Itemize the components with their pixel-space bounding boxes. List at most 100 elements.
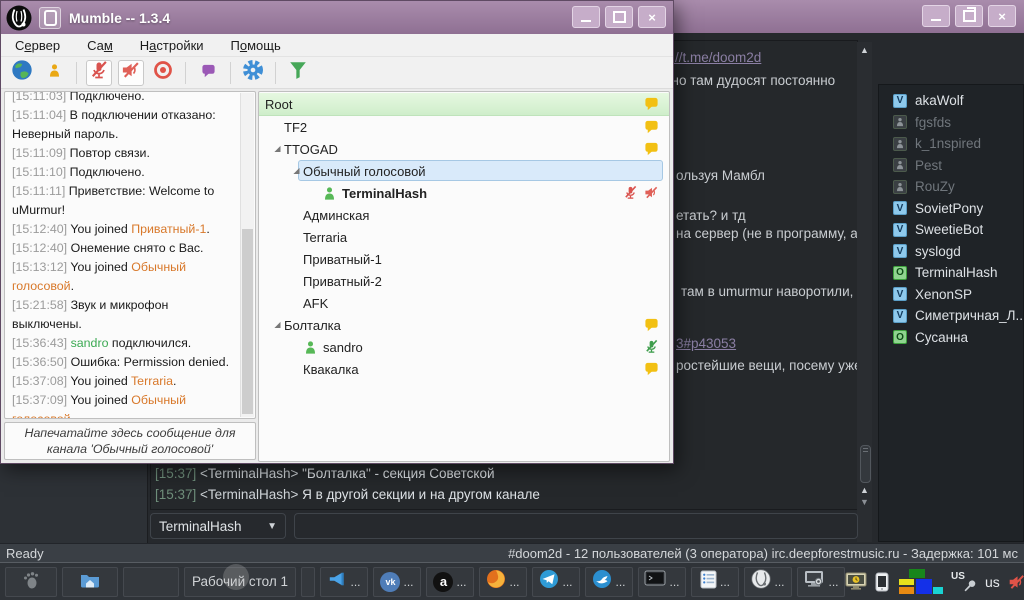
mute-speakers-button[interactable]: [118, 59, 144, 86]
taskbar-app-notes[interactable]: ...: [691, 566, 739, 597]
chat-scroll-thumb[interactable]: [242, 229, 253, 414]
away-icon: [893, 115, 907, 130]
taskbar-app-telegram[interactable]: ...: [532, 566, 580, 597]
channel-row-AFK[interactable]: AFK: [259, 292, 669, 314]
keyboard-layout-label[interactable]: us: [985, 574, 1000, 590]
channel-row-Root[interactable]: Root: [259, 93, 669, 116]
channel-row-TF2[interactable]: TF2: [259, 116, 669, 138]
volume-muted-icon[interactable]: [1008, 573, 1024, 591]
user-row-sandro[interactable]: sandro: [259, 336, 669, 358]
chat-segment: [15:37:09]: [12, 393, 68, 407]
empty-small-button[interactable]: [301, 566, 315, 597]
channel-row-Приватный-1[interactable]: Приватный-1: [259, 248, 669, 270]
mute-microphone-button[interactable]: [86, 59, 112, 86]
chat-segment: Terraria: [130, 374, 173, 388]
user-list-item-akaWolf[interactable]: VakaWolf: [879, 90, 1023, 112]
user-list-item-XenonSP[interactable]: V XenonSP: [879, 284, 1023, 306]
taskbar-app-label: ...: [350, 574, 361, 589]
menu-item-3[interactable]: Помощь: [231, 38, 281, 53]
connect-globe-button[interactable]: [9, 60, 35, 86]
voice-badge: V: [893, 93, 907, 108]
scroll-up-icon[interactable]: ▲: [859, 46, 870, 55]
irc-chat-scrollbar[interactable]: ▲ ▲ ▼: [857, 42, 872, 542]
user-row-TerminalHash[interactable]: TerminalHash: [259, 182, 669, 204]
phone-icon[interactable]: [875, 572, 889, 592]
irc-close-button[interactable]: ×: [988, 5, 1016, 27]
taskbar-app-terminal[interactable]: ...: [638, 566, 686, 597]
user-list-item-Pest[interactable]: Pest: [879, 155, 1023, 177]
window-menu-icon[interactable]: [39, 6, 61, 29]
tree-expand-icon[interactable]: ◢: [271, 138, 284, 160]
user-list-item-RouZy[interactable]: RouZy: [879, 176, 1023, 198]
menu-item-2[interactable]: Настройки: [140, 38, 204, 53]
close-button[interactable]: ×: [638, 6, 666, 28]
taskbar-app-screenshot[interactable]: ...: [797, 566, 845, 597]
channel-row-Приватный-2[interactable]: Приватный-2: [259, 270, 669, 292]
nickname-combobox[interactable]: TerminalHash ▼: [150, 513, 286, 539]
chat-segment: [15:37:08]: [12, 374, 68, 388]
menu-item-0[interactable]: Сервер: [15, 38, 60, 53]
channel-row-Болталка[interactable]: ◢ Болталка: [259, 314, 669, 336]
user-list-item-SweetieBot[interactable]: V SweetieBot: [879, 219, 1023, 241]
user-information-button[interactable]: [41, 60, 67, 86]
workspace-switcher[interactable]: Рабочий стол 1: [184, 563, 296, 597]
user-list-item-fgsfds[interactable]: fgsfds: [879, 112, 1023, 134]
channel-row-Terraria[interactable]: Terraria: [259, 226, 669, 248]
channel-tree[interactable]: Root TF2 ◢ TTOGAD ◢ Обычный голосовой Terminal…: [258, 91, 670, 462]
tree-expand-icon[interactable]: ◢: [290, 160, 303, 182]
irc-scroll-thumb[interactable]: [860, 445, 871, 483]
user-list-item-syslogd[interactable]: Vsyslogd: [879, 241, 1023, 263]
nickname-value: TerminalHash: [159, 518, 242, 534]
settings-gear-button[interactable]: [240, 59, 266, 86]
irc-minimize-button[interactable]: [922, 5, 950, 27]
taskbar-app-megaphone[interactable]: ...: [320, 566, 368, 597]
taskbar-app-mumble[interactable]: ...: [744, 566, 792, 597]
text-message-button[interactable]: [195, 60, 221, 86]
taskbar-app-a-circle[interactable]: a...: [426, 566, 474, 597]
message-timestamp: [15:37]: [155, 466, 201, 481]
empty-launcher-button[interactable]: [123, 566, 179, 597]
tree-label: Root: [265, 96, 293, 112]
minimize-button[interactable]: [572, 6, 600, 28]
irc-user-list[interactable]: VakaWolf fgsfds k_1nspired Pest RouZy V Soviet…: [878, 84, 1024, 542]
tree-expand-icon[interactable]: ◢: [271, 314, 284, 336]
taskbar-app-kvirc-bird[interactable]: ...: [585, 566, 633, 597]
channel-row-Админская[interactable]: Админская: [259, 204, 669, 226]
file-manager-button[interactable]: [62, 566, 118, 597]
channel-row-TTOGAD[interactable]: ◢ TTOGAD: [259, 138, 669, 160]
taskbar-app-label: ...: [509, 574, 520, 589]
chat-log-pane[interactable]: [15:11:03] Подключено. [15:11:04] В подкл…: [4, 91, 256, 419]
user-list-item-k_1nspired[interactable]: k_1nspired: [879, 133, 1023, 155]
scroll-down-icon[interactable]: ▼: [859, 498, 870, 507]
irc-message-input[interactable]: [294, 513, 858, 539]
channel-row-Квакалка[interactable]: Квакалка: [259, 358, 669, 380]
filter-button[interactable]: [285, 60, 311, 86]
user-name: TerminalHash: [915, 265, 998, 281]
toolbar-separator: [185, 61, 186, 84]
clock-monitor-icon[interactable]: [845, 572, 867, 592]
mumble-titlebar[interactable]: Mumble -- 1.3.4 ×: [1, 1, 673, 34]
irc-link-fragment[interactable]: 3#p43053: [676, 336, 736, 351]
keyboard-settings-icon[interactable]: US: [951, 571, 977, 593]
maximize-button[interactable]: [605, 6, 633, 28]
voice-badge: V: [893, 222, 907, 237]
irc-restore-button[interactable]: [955, 5, 983, 27]
user-list-item-Сусанна[interactable]: O Сусанна: [879, 327, 1023, 349]
user-list-item-Симетричная_Л...[interactable]: V Симетричная_Л...: [879, 305, 1023, 327]
chat-segment: .: [70, 279, 75, 293]
taskbar-app-vk[interactable]: vk...: [373, 566, 421, 597]
menu-item-1[interactable]: Сам: [87, 38, 113, 53]
user-list-item-SovietPony[interactable]: V SovietPony: [879, 198, 1023, 220]
taskbar-app-firefox[interactable]: ...: [479, 566, 527, 597]
chat-scrollbar[interactable]: [240, 93, 254, 417]
user-list-item-TerminalHash[interactable]: O TerminalHash: [879, 262, 1023, 284]
chat-segment: You joined: [67, 393, 132, 407]
chat-line: [15:12:40] You joined Приватный-1.: [12, 220, 237, 239]
channel-row-Обычный голосовой[interactable]: ◢ Обычный голосовой: [259, 160, 669, 182]
record-button[interactable]: [150, 60, 176, 86]
workspace-pager-icon[interactable]: [897, 568, 943, 595]
gnome-foot-icon: [21, 570, 41, 593]
message-input[interactable]: Напечатайте здесь сообщение для канала '…: [4, 422, 256, 460]
app-menu-button[interactable]: [5, 566, 57, 597]
scroll-up-icon[interactable]: ▲: [859, 486, 870, 495]
